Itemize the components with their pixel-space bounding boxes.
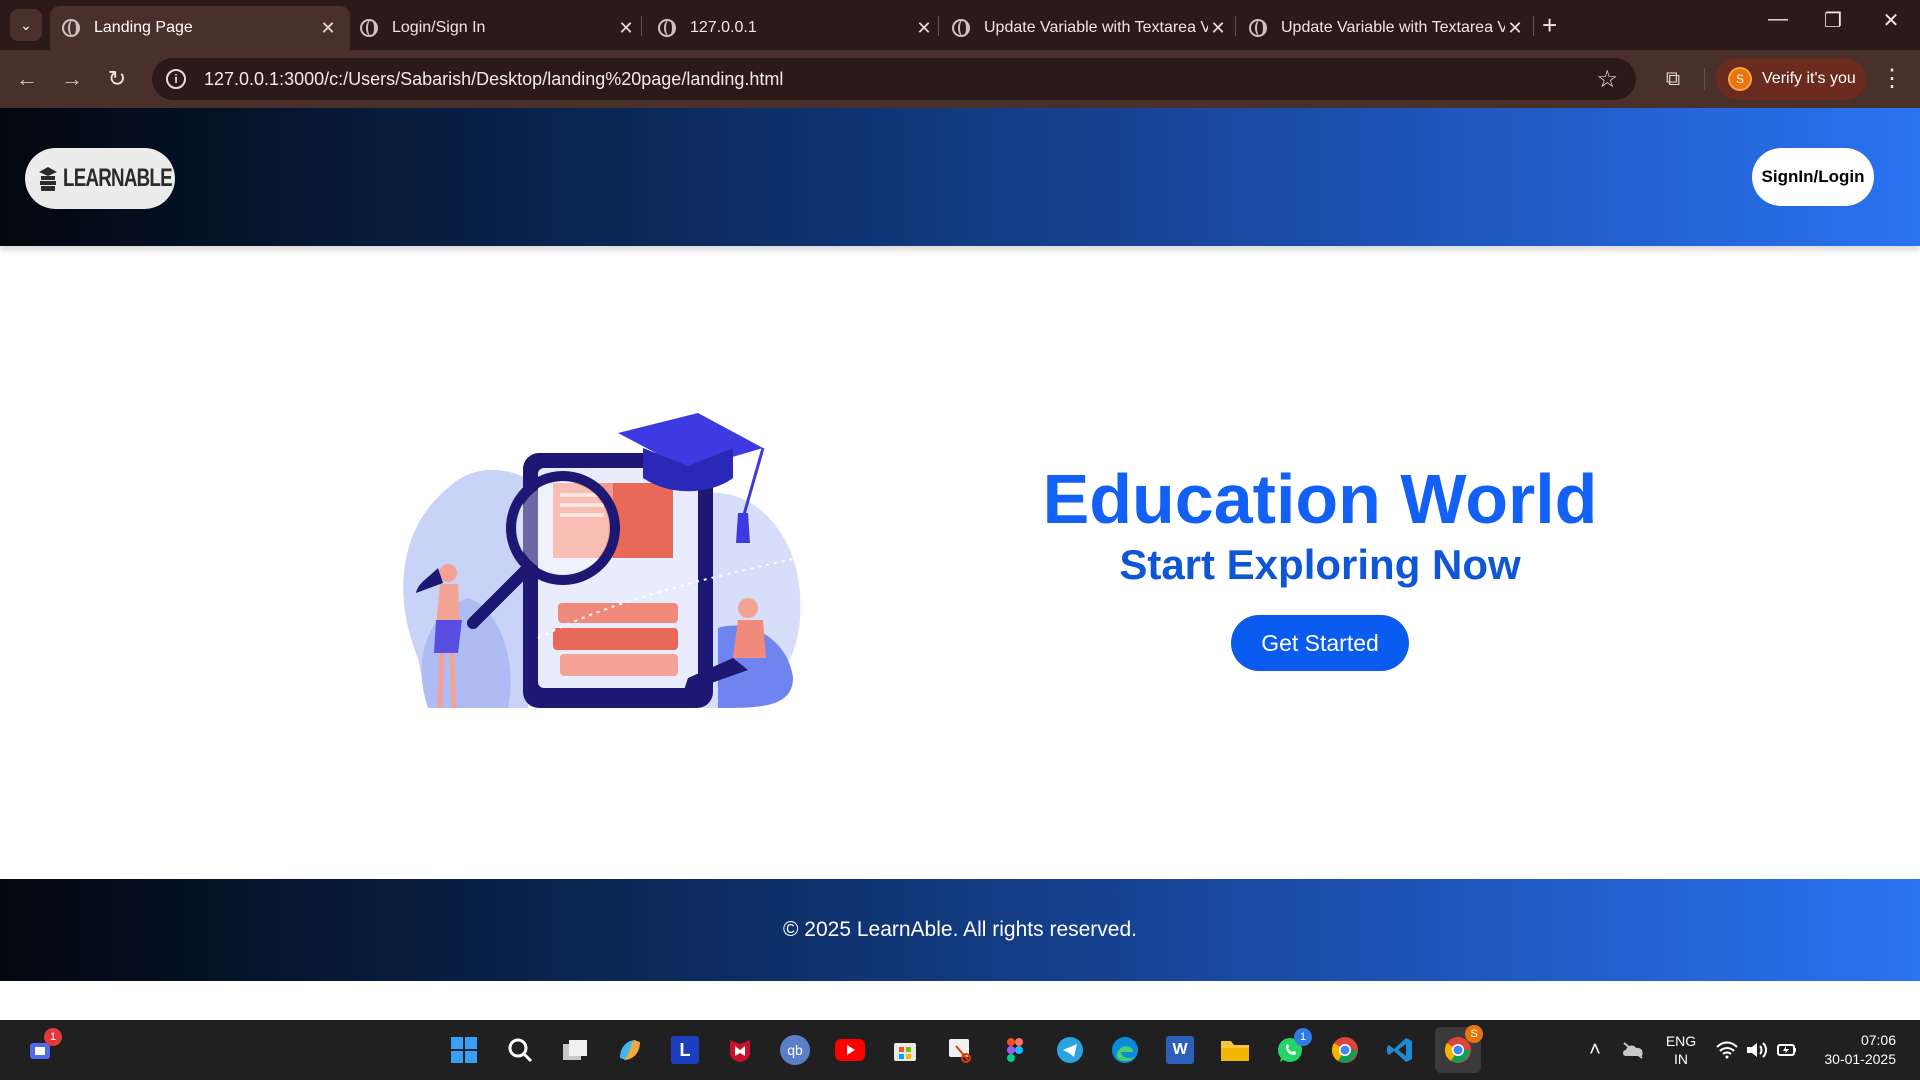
- signin-login-button[interactable]: SignIn/Login: [1752, 148, 1874, 206]
- clock-date: 30-01-2025: [1824, 1051, 1896, 1067]
- books-logo-icon: [39, 166, 57, 191]
- taskbar: 1 L qb W 1 S ˄ ENG IN 07:06 30-01-2025: [0, 1020, 1920, 1080]
- site-info-icon[interactable]: i: [166, 69, 186, 89]
- copilot-icon[interactable]: [610, 1030, 650, 1070]
- tab-update-variable-2[interactable]: Update Variable with Textarea V ✕: [1237, 6, 1537, 50]
- verify-label: Verify it's you: [1762, 70, 1856, 87]
- tab-login-signin[interactable]: Login/Sign In ✕: [348, 6, 648, 50]
- close-tab-icon[interactable]: ✕: [616, 18, 636, 39]
- menu-kebab-icon[interactable]: ⋮: [1880, 64, 1904, 93]
- tab-search-button[interactable]: ⌄: [10, 9, 42, 41]
- learnable-logo[interactable]: LEARNABLE: [25, 148, 175, 209]
- minimize-icon[interactable]: —: [1758, 8, 1798, 31]
- globe-icon: [952, 19, 970, 37]
- hero-subtitle: Start Exploring Now: [1119, 540, 1521, 588]
- education-illustration: [403, 413, 801, 709]
- clock[interactable]: 07:06 30-01-2025: [1812, 1020, 1896, 1080]
- tab-update-variable-1[interactable]: Update Variable with Textarea V ✕: [940, 6, 1240, 50]
- forward-arrow-icon[interactable]: →: [57, 64, 87, 94]
- extensions-puzzle-icon[interactable]: ⧉: [1658, 64, 1688, 94]
- tab-separator: [1533, 16, 1534, 36]
- close-window-icon[interactable]: ✕: [1871, 8, 1911, 33]
- tab-title: Landing Page: [94, 19, 193, 36]
- globe-icon: [658, 19, 676, 37]
- tab-separator: [641, 16, 642, 36]
- browser-tab-bar: ⌄ Landing Page ✕ Login/Sign In ✕ 127.0.0…: [0, 0, 1920, 50]
- volume-icon[interactable]: [1742, 1020, 1772, 1080]
- logo-text: LEARNABLE: [63, 164, 173, 192]
- tab-separator: [938, 16, 939, 36]
- url-text[interactable]: 127.0.0.1:3000/c:/Users/Sabarish/Desktop…: [204, 69, 1596, 90]
- back-arrow-icon[interactable]: ←: [12, 64, 42, 94]
- language-code: ENG: [1665, 1033, 1697, 1049]
- snipping-tool-icon[interactable]: [940, 1030, 980, 1070]
- edge-icon[interactable]: [1105, 1030, 1145, 1070]
- clock-time: 07:06: [1860, 1032, 1896, 1048]
- restore-icon[interactable]: ❐: [1813, 8, 1853, 33]
- l-app-icon[interactable]: L: [665, 1030, 705, 1070]
- qbittorrent-icon[interactable]: qb: [775, 1030, 815, 1070]
- tab-landing-page[interactable]: Landing Page ✕: [50, 6, 350, 50]
- notification-badge: 1: [44, 1028, 62, 1046]
- store-icon[interactable]: [885, 1030, 925, 1070]
- chevron-up-icon[interactable]: ˄: [1580, 1020, 1610, 1080]
- word-icon[interactable]: W: [1160, 1030, 1200, 1070]
- chrome-icon[interactable]: [1325, 1030, 1365, 1070]
- address-bar[interactable]: i 127.0.0.1:3000/c:/Users/Sabarish/Deskt…: [152, 58, 1636, 100]
- toolbar-separator: [1704, 68, 1705, 90]
- chrome-profile-icon[interactable]: S: [1435, 1025, 1483, 1073]
- search-icon[interactable]: [500, 1030, 540, 1070]
- get-started-button[interactable]: Get Started: [1231, 614, 1409, 671]
- close-tab-icon[interactable]: ✕: [1208, 18, 1228, 39]
- telegram-icon[interactable]: [1050, 1030, 1090, 1070]
- globe-icon: [1249, 19, 1267, 37]
- vscode-icon[interactable]: [1380, 1030, 1420, 1070]
- teams-icon[interactable]: 1: [20, 1028, 62, 1070]
- bookmark-star-icon[interactable]: ☆: [1596, 65, 1618, 94]
- globe-icon: [360, 19, 378, 37]
- windows-start-icon[interactable]: [444, 1030, 484, 1070]
- youtube-icon[interactable]: [830, 1030, 870, 1070]
- file-explorer-icon[interactable]: [1215, 1030, 1255, 1070]
- profile-avatar: S: [1728, 67, 1752, 91]
- close-tab-icon[interactable]: ✕: [318, 18, 338, 39]
- tab-localhost[interactable]: 127.0.0.1 ✕: [646, 6, 946, 50]
- hero-title: Education World: [1042, 460, 1598, 538]
- plus-icon[interactable]: +: [1542, 10, 1557, 41]
- onedrive-off-icon[interactable]: [1618, 1020, 1648, 1080]
- battery-icon[interactable]: [1772, 1020, 1802, 1080]
- hero-section: Education World Start Exploring Now Get …: [990, 460, 1650, 671]
- tab-title: 127.0.0.1: [690, 19, 757, 36]
- site-footer: © 2025 LearnAble. All rights reserved.: [0, 879, 1920, 981]
- reload-icon[interactable]: ↻: [102, 64, 132, 94]
- tab-title: Update Variable with Textarea V: [1281, 19, 1505, 36]
- web-page: LEARNABLE SignIn/Login Education World S…: [0, 108, 1920, 1020]
- region-code: IN: [1674, 1051, 1688, 1067]
- mcafee-icon[interactable]: [720, 1030, 760, 1070]
- tab-separator: [1235, 16, 1236, 36]
- verify-profile-button[interactable]: S Verify it's you: [1716, 58, 1866, 100]
- copyright-text: © 2025 LearnAble. All rights reserved.: [782, 918, 1137, 941]
- task-view-icon[interactable]: [555, 1030, 595, 1070]
- whatsapp-icon[interactable]: 1: [1270, 1028, 1312, 1070]
- profile-badge: S: [1465, 1025, 1483, 1043]
- close-tab-icon[interactable]: ✕: [914, 18, 934, 39]
- figma-icon[interactable]: [995, 1030, 1035, 1070]
- globe-icon: [62, 19, 80, 37]
- wifi-icon[interactable]: [1712, 1020, 1742, 1080]
- notification-badge: 1: [1294, 1028, 1312, 1046]
- browser-toolbar: ← → ↻ i 127.0.0.1:3000/c:/Users/Sabarish…: [0, 50, 1920, 108]
- tab-title: Login/Sign In: [392, 19, 486, 36]
- language-indicator[interactable]: ENG IN: [1660, 1020, 1702, 1080]
- site-header: LEARNABLE SignIn/Login: [0, 108, 1920, 246]
- close-tab-icon[interactable]: ✕: [1505, 18, 1525, 39]
- tab-title: Update Variable with Textarea V: [984, 19, 1208, 36]
